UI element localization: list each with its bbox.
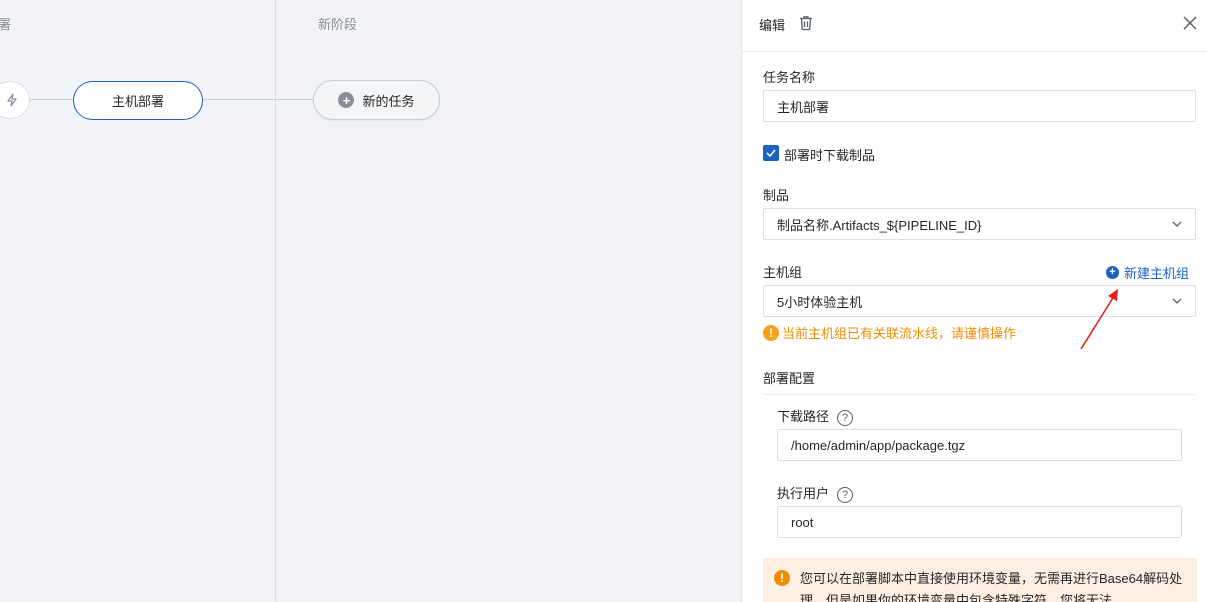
host-group-warning: ! 当前主机组已有关联流水线，请谨慎操作 <box>763 323 1016 342</box>
download-artifact-label[interactable]: 部署时下载制品 <box>784 145 875 164</box>
task-node-host-deploy[interactable]: 主机部署 <box>73 81 203 120</box>
artifact-label: 制品 <box>763 188 790 203</box>
new-task-label: 新的任务 <box>362 93 415 109</box>
trigger-node[interactable] <box>0 81 30 119</box>
close-icon[interactable] <box>1180 13 1200 33</box>
new-task-button[interactable]: + 新的任务 <box>313 80 440 120</box>
stage-divider <box>275 0 276 602</box>
host-group-select[interactable]: 5小时体验主机 <box>763 285 1196 317</box>
new-host-group-link[interactable]: + 新建主机组 <box>1106 263 1189 282</box>
stage-title: 署 <box>0 17 12 32</box>
checkmark-icon <box>766 149 776 157</box>
host-group-label: 主机组 <box>763 265 803 280</box>
panel-title: 编辑 <box>759 18 786 33</box>
connector-line <box>203 99 313 100</box>
new-host-group-label: 新建主机组 <box>1124 266 1190 281</box>
deploy-config-title: 部署配置 <box>763 371 816 386</box>
download-path-input[interactable]: /home/admin/app/package.tgz <box>777 429 1182 461</box>
trash-icon[interactable] <box>797 14 815 32</box>
download-artifact-checkbox[interactable] <box>763 145 779 161</box>
host-group-value: 5小时体验主机 <box>777 294 863 310</box>
download-path-value: /home/admin/app/package.tgz <box>791 437 966 453</box>
task-name-value: 主机部署 <box>777 99 830 115</box>
warning-icon: ! <box>774 570 790 586</box>
help-icon[interactable]: ? <box>837 409 854 426</box>
edit-panel: 编辑 任务名称 主机部署 部署时下载制品 制品 制品名称.Artifacts_$… <box>741 0 1207 602</box>
task-name-input[interactable]: 主机部署 <box>763 90 1196 122</box>
download-path-label: 下载路径? <box>777 406 854 426</box>
red-arrow-annotation-icon <box>1080 289 1118 350</box>
task-node-label: 主机部署 <box>111 94 164 109</box>
exec-user-value: root <box>791 514 814 530</box>
help-icon[interactable]: ? <box>837 486 854 503</box>
plus-circle-icon: + <box>338 92 355 108</box>
chevron-down-icon <box>1172 298 1182 304</box>
stage-title-new[interactable]: 新阶段 <box>318 14 357 33</box>
artifact-value: 制品名称.Artifacts_${PIPELINE_ID} <box>777 217 982 233</box>
panel-header: 编辑 <box>742 0 1207 52</box>
pipeline-canvas: 署 新阶段 主机部署 + 新的任务 <box>0 0 741 602</box>
chevron-down-icon <box>1172 221 1182 227</box>
artifact-select[interactable]: 制品名称.Artifacts_${PIPELINE_ID} <box>763 208 1196 240</box>
info-alert: ! 您可以在部署脚本中直接使用环境变量，无需再进行Base64解码处理。但是如果… <box>763 558 1197 602</box>
section-divider <box>763 394 1195 395</box>
plus-circle-icon: + <box>1106 266 1119 279</box>
info-alert-text: 您可以在部署脚本中直接使用环境变量，无需再进行Base64解码处理。但是如果你的… <box>800 571 1183 602</box>
exec-user-label-text: 执行用户 <box>777 486 830 501</box>
exec-user-label: 执行用户? <box>777 483 854 503</box>
download-path-label-text: 下载路径 <box>777 409 830 424</box>
host-group-warning-text: 当前主机组已有关联流水线，请谨慎操作 <box>782 326 1017 341</box>
lightning-icon <box>7 93 17 107</box>
warning-icon: ! <box>763 324 779 341</box>
task-name-label: 任务名称 <box>763 70 816 85</box>
exec-user-input[interactable]: root <box>777 506 1182 538</box>
